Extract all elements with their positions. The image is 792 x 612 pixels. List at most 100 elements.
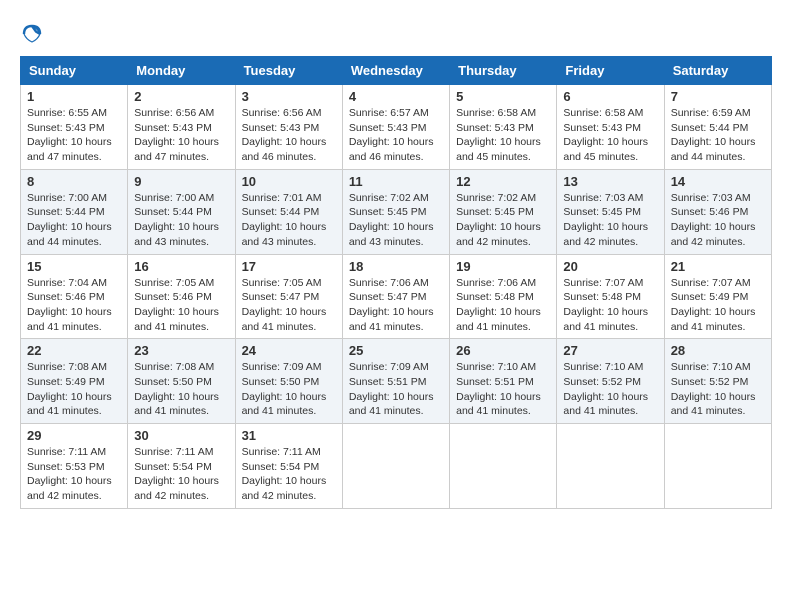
calendar-week-3: 15Sunrise: 7:04 AMSunset: 5:46 PMDayligh… — [21, 254, 772, 339]
day-info: Sunrise: 7:00 AMSunset: 5:44 PMDaylight:… — [27, 191, 121, 250]
day-cell-29: 29Sunrise: 7:11 AMSunset: 5:53 PMDayligh… — [21, 424, 128, 509]
day-info: Sunrise: 7:06 AMSunset: 5:48 PMDaylight:… — [456, 276, 550, 335]
day-cell-23: 23 Sunrise: 7:08 AMSunset: 5:50 PMDayligh… — [128, 339, 235, 424]
day-number: 1 — [27, 89, 121, 104]
day-cell-1: 1Sunrise: 6:55 AMSunset: 5:43 PMDaylight… — [21, 85, 128, 170]
daylight-text: Daylight: 10 hours and 45 minutes. — [563, 136, 648, 163]
sunset-text: Sunset: 5:52 PM — [671, 376, 749, 388]
sunrise-text: Sunrise: 7:10 AM — [563, 361, 643, 373]
day-number: 31 — [242, 428, 336, 443]
calendar-body: 1Sunrise: 6:55 AMSunset: 5:43 PMDaylight… — [21, 85, 772, 509]
day-number: 27 — [563, 343, 657, 358]
day-number: 15 — [27, 259, 121, 274]
day-number: 9 — [134, 174, 228, 189]
sunset-text: Sunset: 5:44 PM — [242, 206, 320, 218]
day-header-friday: Friday — [557, 57, 664, 85]
sunrise-text: Sunrise: 7:07 AM — [563, 277, 643, 289]
page-header — [20, 20, 772, 46]
daylight-text: Daylight: 10 hours and 42 minutes. — [27, 475, 112, 502]
day-cell-4: 4Sunrise: 6:57 AMSunset: 5:43 PMDaylight… — [342, 85, 449, 170]
sunrise-text: Sunrise: 6:57 AM — [349, 107, 429, 119]
daylight-text: Daylight: 10 hours and 41 minutes. — [242, 391, 327, 418]
day-cell-11: 11Sunrise: 7:02 AMSunset: 5:45 PMDayligh… — [342, 169, 449, 254]
day-number: 7 — [671, 89, 765, 104]
daylight-text: Daylight: 10 hours and 44 minutes. — [671, 136, 756, 163]
day-info: Sunrise: 7:08 AMSunset: 5:49 PMDaylight:… — [27, 360, 121, 419]
day-cell-16: 16Sunrise: 7:05 AMSunset: 5:46 PMDayligh… — [128, 254, 235, 339]
day-cell-28: 28 Sunrise: 7:10 AMSunset: 5:52 PMDayligh… — [664, 339, 771, 424]
calendar-week-2: 8Sunrise: 7:00 AMSunset: 5:44 PMDaylight… — [21, 169, 772, 254]
sunrise-text: Sunrise: 7:09 AM — [242, 361, 322, 373]
day-cell-21: 21 Sunrise: 7:07 AMSunset: 5:49 PMDayligh… — [664, 254, 771, 339]
daylight-text: Daylight: 10 hours and 41 minutes. — [456, 306, 541, 333]
logo-icon — [20, 22, 44, 46]
daylight-text: Daylight: 10 hours and 41 minutes. — [671, 391, 756, 418]
day-info: Sunrise: 7:05 AMSunset: 5:46 PMDaylight:… — [134, 276, 228, 335]
sunset-text: Sunset: 5:51 PM — [349, 376, 427, 388]
day-number: 23 — [134, 343, 228, 358]
empty-cell — [557, 424, 664, 509]
day-cell-14: 14Sunrise: 7:03 AMSunset: 5:46 PMDayligh… — [664, 169, 771, 254]
day-number: 2 — [134, 89, 228, 104]
daylight-text: Daylight: 10 hours and 47 minutes. — [134, 136, 219, 163]
sunset-text: Sunset: 5:49 PM — [671, 291, 749, 303]
daylight-text: Daylight: 10 hours and 42 minutes. — [134, 475, 219, 502]
sunset-text: Sunset: 5:44 PM — [134, 206, 212, 218]
calendar-week-4: 22 Sunrise: 7:08 AMSunset: 5:49 PMDayligh… — [21, 339, 772, 424]
calendar-week-1: 1Sunrise: 6:55 AMSunset: 5:43 PMDaylight… — [21, 85, 772, 170]
day-number: 22 — [27, 343, 121, 358]
sunset-text: Sunset: 5:54 PM — [242, 461, 320, 473]
daylight-text: Daylight: 10 hours and 41 minutes. — [27, 306, 112, 333]
day-cell-31: 31Sunrise: 7:11 AMSunset: 5:54 PMDayligh… — [235, 424, 342, 509]
day-cell-22: 22 Sunrise: 7:08 AMSunset: 5:49 PMDayligh… — [21, 339, 128, 424]
day-cell-19: 19 Sunrise: 7:06 AMSunset: 5:48 PMDayligh… — [450, 254, 557, 339]
sunrise-text: Sunrise: 7:11 AM — [134, 446, 213, 458]
day-info: Sunrise: 7:01 AMSunset: 5:44 PMDaylight:… — [242, 191, 336, 250]
day-cell-7: 7Sunrise: 6:59 AMSunset: 5:44 PMDaylight… — [664, 85, 771, 170]
day-info: Sunrise: 7:08 AMSunset: 5:50 PMDaylight:… — [134, 360, 228, 419]
sunrise-text: Sunrise: 7:00 AM — [27, 192, 107, 204]
daylight-text: Daylight: 10 hours and 42 minutes. — [456, 221, 541, 248]
day-info: Sunrise: 6:58 AMSunset: 5:43 PMDaylight:… — [456, 106, 550, 165]
day-number: 21 — [671, 259, 765, 274]
day-cell-26: 26Sunrise: 7:10 AMSunset: 5:51 PMDayligh… — [450, 339, 557, 424]
day-info: Sunrise: 7:07 AMSunset: 5:49 PMDaylight:… — [671, 276, 765, 335]
empty-cell — [450, 424, 557, 509]
day-info: Sunrise: 6:56 AMSunset: 5:43 PMDaylight:… — [134, 106, 228, 165]
sunset-text: Sunset: 5:45 PM — [456, 206, 534, 218]
day-number: 5 — [456, 89, 550, 104]
sunrise-text: Sunrise: 7:02 AM — [456, 192, 536, 204]
sunset-text: Sunset: 5:44 PM — [27, 206, 105, 218]
day-cell-8: 8Sunrise: 7:00 AMSunset: 5:44 PMDaylight… — [21, 169, 128, 254]
daylight-text: Daylight: 10 hours and 42 minutes. — [242, 475, 327, 502]
daylight-text: Daylight: 10 hours and 46 minutes. — [242, 136, 327, 163]
sunset-text: Sunset: 5:46 PM — [27, 291, 105, 303]
calendar-header: SundayMondayTuesdayWednesdayThursdayFrid… — [21, 57, 772, 85]
day-cell-12: 12Sunrise: 7:02 AMSunset: 5:45 PMDayligh… — [450, 169, 557, 254]
day-header-thursday: Thursday — [450, 57, 557, 85]
sunset-text: Sunset: 5:47 PM — [242, 291, 320, 303]
day-number: 10 — [242, 174, 336, 189]
sunrise-text: Sunrise: 7:10 AM — [456, 361, 536, 373]
day-number: 24 — [242, 343, 336, 358]
day-cell-6: 6Sunrise: 6:58 AMSunset: 5:43 PMDaylight… — [557, 85, 664, 170]
sunset-text: Sunset: 5:54 PM — [134, 461, 212, 473]
day-header-monday: Monday — [128, 57, 235, 85]
sunset-text: Sunset: 5:46 PM — [671, 206, 749, 218]
sunset-text: Sunset: 5:43 PM — [242, 122, 320, 134]
daylight-text: Daylight: 10 hours and 41 minutes. — [456, 391, 541, 418]
day-number: 28 — [671, 343, 765, 358]
daylight-text: Daylight: 10 hours and 41 minutes. — [671, 306, 756, 333]
daylight-text: Daylight: 10 hours and 42 minutes. — [671, 221, 756, 248]
daylight-text: Daylight: 10 hours and 41 minutes. — [242, 306, 327, 333]
sunset-text: Sunset: 5:43 PM — [349, 122, 427, 134]
day-info: Sunrise: 6:56 AMSunset: 5:43 PMDaylight:… — [242, 106, 336, 165]
day-cell-13: 13Sunrise: 7:03 AMSunset: 5:45 PMDayligh… — [557, 169, 664, 254]
daylight-text: Daylight: 10 hours and 42 minutes. — [563, 221, 648, 248]
sunrise-text: Sunrise: 7:06 AM — [456, 277, 536, 289]
sunset-text: Sunset: 5:50 PM — [134, 376, 212, 388]
day-info: Sunrise: 7:10 AMSunset: 5:52 PMDaylight:… — [671, 360, 765, 419]
day-number: 19 — [456, 259, 550, 274]
sunset-text: Sunset: 5:48 PM — [563, 291, 641, 303]
day-number: 25 — [349, 343, 443, 358]
